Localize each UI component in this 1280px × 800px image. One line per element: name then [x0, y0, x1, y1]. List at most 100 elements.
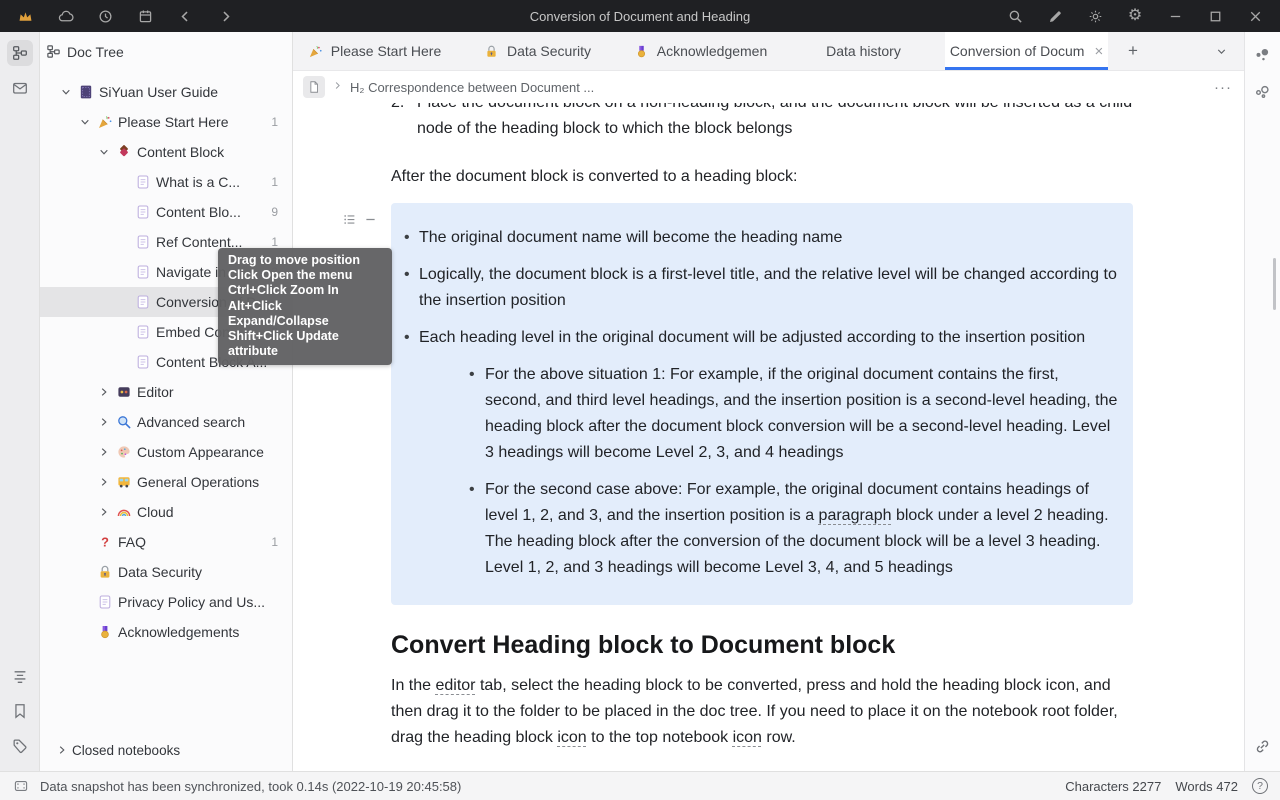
tree-item-please-start-here[interactable]: Please Start Here1 [40, 107, 292, 137]
document-icon[interactable] [303, 76, 325, 98]
history-icon[interactable] [90, 4, 120, 28]
tree-item-content-blo[interactable]: Content Blo...9 [40, 197, 292, 227]
tree-item-label: Privacy Policy and Us... [118, 594, 265, 610]
section-heading[interactable]: Convert Heading block to Document block [391, 632, 1133, 658]
tree-item-count: 1 [271, 535, 292, 549]
help-icon[interactable]: ? [1252, 778, 1268, 794]
breadcrumb-chevron-icon [332, 78, 343, 96]
chevron-placeholder [113, 232, 133, 252]
lock-icon [484, 44, 499, 59]
scrollbar-thumb[interactable] [1273, 258, 1276, 310]
tree-item-what-is-a-c[interactable]: What is a C...1 [40, 167, 292, 197]
list-gutter-icon[interactable] [341, 211, 357, 227]
tree-item-advanced-search[interactable]: Advanced search [40, 407, 292, 437]
bullet-list-item[interactable]: Logically, the document block is a first… [391, 262, 1119, 314]
back-icon[interactable] [170, 4, 200, 28]
ordered-list-item[interactable]: 2. Place the document block on a non-hea… [391, 103, 1133, 142]
text-run: The original document name will become t… [419, 229, 842, 246]
highlighted-list-block[interactable]: The original document name will become t… [391, 203, 1133, 605]
tab-label: Please Start Here [331, 43, 442, 59]
inbox-envelope-icon[interactable] [7, 75, 33, 101]
chevron-right-icon[interactable] [94, 412, 114, 432]
chevron-placeholder [75, 562, 95, 582]
titlebar: Conversion of Document and Heading ⚙ [0, 0, 1280, 32]
chevron-right-icon[interactable] [94, 472, 114, 492]
tree-item-custom-appearance[interactable]: Custom Appearance [40, 437, 292, 467]
graph-view-icon[interactable] [1250, 42, 1276, 68]
document-editor[interactable]: 2. Place the document block on a non-hea… [293, 103, 1244, 771]
tree-item-content-block[interactable]: Content Block [40, 137, 292, 167]
forward-icon[interactable] [210, 4, 240, 28]
tab-close-icon[interactable]: × [1094, 43, 1103, 60]
paragraph-intro[interactable]: After the document block is converted to… [391, 164, 1133, 190]
tree-item-label: General Operations [137, 474, 259, 490]
chevron-right-icon[interactable] [94, 502, 114, 522]
tab-please-start-here[interactable]: Please Start Here [293, 32, 456, 70]
breadcrumb-more-button[interactable]: ··· [1214, 79, 1232, 96]
tree-item-label: Data Security [118, 564, 202, 580]
maximize-icon[interactable] [1200, 4, 1230, 28]
chevron-down-icon[interactable] [75, 112, 95, 132]
edit-pencil-icon[interactable] [1040, 4, 1070, 28]
chevron-right-icon[interactable] [94, 442, 114, 462]
close-icon[interactable] [1240, 4, 1270, 28]
tree-item-acknowledgements[interactable]: Acknowledgements [40, 617, 292, 647]
bullet-list-item[interactable]: The original document name will become t… [391, 225, 1119, 251]
search-icon[interactable] [1000, 4, 1030, 28]
tab-list-chevron-icon[interactable] [1204, 32, 1238, 70]
tab-data-history[interactable]: Data history [782, 32, 945, 70]
characters-count: Characters 2277 [1065, 779, 1161, 794]
tree-item-privacy-policy-and-us[interactable]: Privacy Policy and Us... [40, 587, 292, 617]
marked-keyword: icon [557, 729, 586, 746]
tree-item-cloud[interactable]: Cloud [40, 497, 292, 527]
doc-tree-title: Doc Tree [67, 44, 124, 60]
rainbow-icon [114, 502, 134, 522]
list-text: Place the document block on a non-headin… [417, 103, 1133, 142]
sync-cloud-icon[interactable] [50, 4, 80, 28]
chevron-down-icon[interactable] [94, 142, 114, 162]
theme-sun-icon[interactable] [1080, 4, 1110, 28]
settings-gear-icon[interactable]: ⚙ [1120, 4, 1150, 28]
text-run: row. [762, 729, 796, 746]
tree-item-general-operations[interactable]: General Operations [40, 467, 292, 497]
question-icon: ? [95, 532, 115, 552]
tooltip-line: Drag to move position [228, 253, 382, 268]
doc-icon [133, 232, 153, 252]
bookmark-icon[interactable] [7, 698, 33, 724]
doc-tree-dock-icon[interactable] [7, 40, 33, 66]
doc-icon [133, 202, 153, 222]
tab-acknowledgemen[interactable]: Acknowledgemen [619, 32, 782, 70]
tree-item-editor[interactable]: Editor [40, 377, 292, 407]
tab-conversion-of-docum[interactable]: Conversion of Docum× [945, 32, 1108, 70]
bullet-list-item[interactable]: Each heading level in the original docum… [391, 325, 1119, 581]
bullet-list-item[interactable]: For the above situation 1: For example, … [459, 362, 1119, 466]
breadcrumb-heading[interactable]: H₂ Correspondence between Document ... [350, 80, 594, 95]
bullet-list-item[interactable]: For the second case above: For example, … [459, 477, 1119, 581]
paragraph-convert[interactable]: In the editor tab, select the heading bl… [391, 673, 1133, 751]
workspace-crown-icon[interactable] [10, 4, 40, 28]
new-tab-button[interactable]: + [1116, 32, 1150, 70]
tab-label: Acknowledgemen [657, 43, 768, 59]
global-graph-icon[interactable] [1250, 79, 1276, 105]
bullet-list: The original document name will become t… [391, 225, 1119, 581]
outline-icon[interactable] [7, 663, 33, 689]
tree-item-data-security[interactable]: Data Security [40, 557, 292, 587]
chevron-down-icon[interactable] [56, 82, 76, 102]
tag-icon[interactable] [7, 733, 33, 759]
doc-icon [133, 322, 153, 342]
closed-notebooks-toggle[interactable]: Closed notebooks [40, 735, 292, 771]
tree-item-label: Content Block [137, 144, 224, 160]
tree-item-label: Content Blo... [156, 204, 241, 220]
minimize-icon[interactable] [1160, 4, 1190, 28]
daily-note-calendar-icon[interactable] [130, 4, 160, 28]
tree-item-siyuan-user-guide[interactable]: SiYuan User Guide [40, 77, 292, 107]
tree-item-label: Please Start Here [118, 114, 229, 130]
paragraph-tail[interactable]: After the heading block is converted to … [391, 769, 1133, 771]
chevron-right-icon[interactable] [94, 382, 114, 402]
backlinks-link-icon[interactable] [1250, 733, 1276, 759]
chevron-placeholder [113, 262, 133, 282]
tab-data-security[interactable]: Data Security [456, 32, 619, 70]
tree-item-faq[interactable]: ?FAQ1 [40, 527, 292, 557]
lock-icon [95, 562, 115, 582]
list-item-gutter-icon[interactable] [362, 211, 378, 227]
